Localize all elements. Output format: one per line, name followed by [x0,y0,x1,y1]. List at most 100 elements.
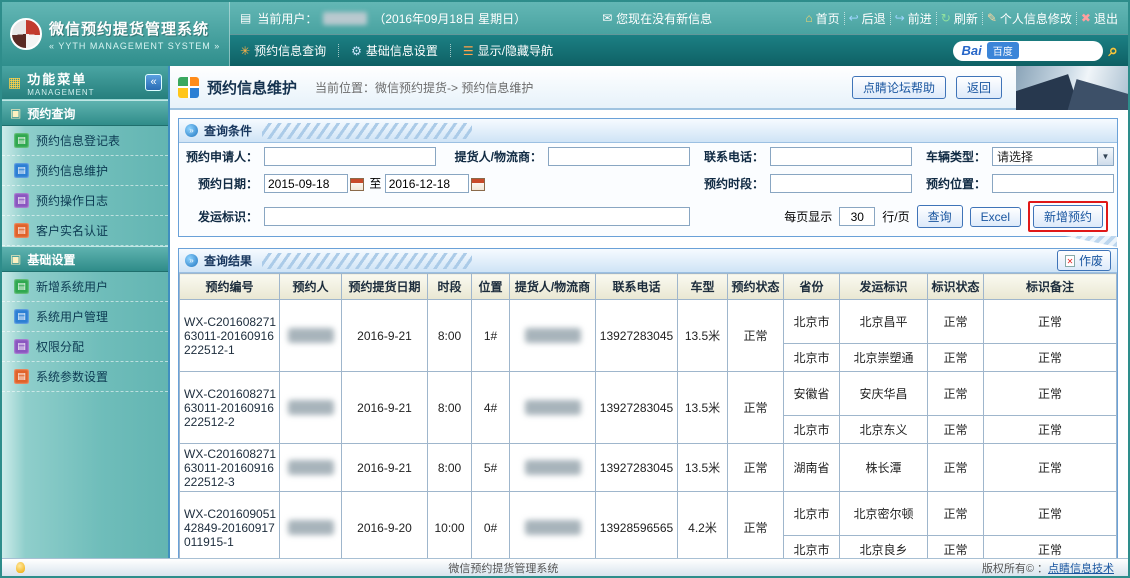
menu-bar: ✳ 预约信息查询 ⚙ 基础信息设置 ☰ 显示/隐藏导航 Bai 百度 ⌕ [230,34,1128,66]
date-from-input[interactable] [264,174,348,193]
date-to-input[interactable] [385,174,469,193]
app-window: 微信预约提货管理系统 « YYTH MANAGEMENT SYSTEM » ▤ … [0,0,1130,578]
sidebar-item-registration-form[interactable]: ▤ 预约信息登记表 [2,126,168,156]
separator [890,12,891,25]
current-date: （2016年09月18日 星期日） [373,10,526,27]
col-mark-note: 标识备注 [984,274,1117,300]
period-input[interactable] [770,174,912,193]
cell-province: 安徽省 [784,372,840,416]
excel-button[interactable]: Excel [970,207,1021,227]
col-period: 时段 [428,274,472,300]
cell-position: 5# [472,444,510,492]
sidebar-item-user-management[interactable]: ▤ 系统用户管理 [2,302,168,332]
shipping-mark-input[interactable] [264,207,690,226]
sidebar-section-appointment-query[interactable]: ▣ 预约查询 [2,100,168,126]
message-notice[interactable]: ✉ 您现在没有新信息 [602,10,712,27]
sidebar-item-info-maintenance[interactable]: ▤ 预约信息维护 [2,156,168,186]
calendar-icon[interactable] [471,178,485,191]
menu-basic-settings[interactable]: ⚙ 基础信息设置 [351,42,438,59]
col-booking-no: 预约编号 [180,274,280,300]
nav-home[interactable]: ⌂ 首页 [805,10,839,27]
cell-position: 4# [472,372,510,444]
cell-booking-no: WX-C20160827163011-20160916222512-2 [180,372,280,444]
date-label: 预约日期： [179,170,261,197]
forum-help-button[interactable]: 点睛论坛帮助 [852,76,946,99]
nav-refresh[interactable]: ↻ 刷新 [941,10,978,27]
query-panel-title: 查询条件 [204,122,252,139]
top-header: 微信预约提货管理系统 « YYTH MANAGEMENT SYSTEM » ▤ … [2,2,1128,66]
header-stripes [262,123,472,139]
page-title: 预约信息维护 [207,77,297,98]
baidu-search-box[interactable]: Bai 百度 [953,41,1103,61]
cell-province: 湖南省 [784,444,840,492]
query-panel-header: » 查询条件 [179,119,1117,143]
position-label: 预约位置： [915,170,989,197]
col-vehicle: 车型 [678,274,728,300]
pagesize-input[interactable] [839,207,875,226]
query-results-panel: » 查询结果 ✕ 作废 预约编号 预约人 预约提货日期 时段 [178,248,1118,558]
cell-consignee-blurred [510,492,596,559]
cell-consignee-blurred [510,300,596,372]
period-label: 预约时段： [693,170,767,197]
cell-mark: 北京昌平 [840,300,928,344]
breadcrumb: 当前位置：微信预约提货-> 预约信息维护 [315,79,533,96]
void-button[interactable]: ✕ 作废 [1057,250,1111,271]
sidebar-header: ▦ 功能菜单 MANAGEMENT « [2,66,168,100]
sidebar-item-operation-log[interactable]: ▤ 预约操作日志 [2,186,168,216]
auth-icon: ▤ [14,223,29,238]
sidebar-collapse-button[interactable]: « [145,74,162,91]
cell-vehicle: 13.5米 [678,444,728,492]
sidebar-item-realname-auth[interactable]: ▤ 客户实名认证 [2,216,168,246]
return-button[interactable]: 返回 [956,76,1002,99]
sidebar-item-permission[interactable]: ▤ 权限分配 [2,332,168,362]
sidebar-section-basic-settings[interactable]: ▣ 基础设置 [2,246,168,272]
position-input[interactable] [992,174,1114,193]
app-logo-icon [10,18,42,50]
cell-booker-blurred [280,300,342,372]
cell-period: 8:00 [428,300,472,372]
results-panel-header: » 查询结果 ✕ 作废 [179,249,1117,273]
copyright-link[interactable]: 点睛信息技术 [1048,563,1114,575]
footer: 微信预约提货管理系统 版权所有© ：点睛信息技术 [2,558,1128,576]
col-mark: 发运标识 [840,274,928,300]
cell-period: 8:00 [428,444,472,492]
nav-toggle-icon: ☰ [463,45,474,57]
bulb-icon [16,562,25,573]
applicant-input[interactable] [264,147,436,166]
separator [982,12,983,25]
back-icon: ↩ [849,12,859,24]
menu-toggle-nav[interactable]: ☰ 显示/隐藏导航 [463,42,553,59]
baidu-logo: Bai [961,43,981,58]
col-province: 省份 [784,274,840,300]
search-icon[interactable]: ⌕ [1108,41,1118,61]
sidebar-item-add-user[interactable]: ▤ 新增系统用户 [2,272,168,302]
nav-back[interactable]: ↩ 后退 [849,10,886,27]
cell-mark: 北京东义 [840,416,928,444]
separator [936,12,937,25]
vehicle-type-select[interactable]: 请选择 ▼ [992,147,1114,166]
home-icon: ⌂ [805,12,812,24]
user-info-bar: ▤ 当前用户： （2016年09月18日 星期日） ✉ 您现在没有新信息 ⌂ 首… [230,2,1128,34]
cell-mark: 北京良乡 [840,536,928,559]
cell-status: 正常 [728,372,784,444]
col-status: 预约状态 [728,274,784,300]
panel-arrow-icon: » [185,124,198,137]
consignee-input[interactable] [548,147,690,166]
cell-mark-note: 正常 [984,416,1117,444]
add-appointment-button[interactable]: 新增预约 [1033,205,1103,228]
chevron-down-icon: ▼ [1097,148,1113,165]
cell-booker-blurred [280,372,342,444]
forward-icon: ↪ [895,12,905,24]
main-content: 预约信息维护 当前位置：微信预约提货-> 预约信息维护 点睛论坛帮助 返回 » … [168,66,1128,558]
edit-profile-icon: ✎ [987,12,997,24]
menu-appointment-query[interactable]: ✳ 预约信息查询 [240,42,326,59]
nav-profile-edit[interactable]: ✎ 个人信息修改 [987,10,1072,27]
phone-input[interactable] [770,147,912,166]
query-button[interactable]: 查询 [917,205,963,228]
nav-logout[interactable]: ✖ 退出 [1081,10,1118,27]
header-stripes [262,253,472,269]
sidebar-item-system-params[interactable]: ▤ 系统参数设置 [2,362,168,392]
pinwheel-icon: ✳ [240,45,250,57]
calendar-icon[interactable] [350,178,364,191]
nav-forward[interactable]: ↪ 前进 [895,10,932,27]
